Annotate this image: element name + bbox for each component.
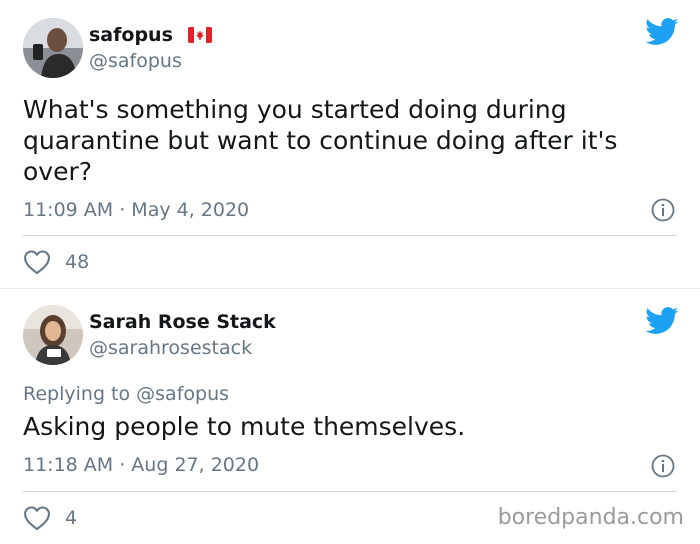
display-name[interactable]: safopus: [89, 24, 212, 46]
like-action[interactable]: 4: [23, 504, 77, 532]
replying-to[interactable]: Replying to @safopus: [23, 383, 229, 405]
like-count: 4: [65, 507, 78, 529]
user-handle[interactable]: @safopus: [89, 50, 182, 72]
display-name-text: safopus: [89, 24, 173, 46]
heart-icon[interactable]: [23, 249, 51, 275]
display-name[interactable]: Sarah Rose Stack: [89, 311, 276, 333]
info-icon[interactable]: [651, 198, 675, 222]
page: safopus @safopus What's something you st…: [0, 0, 700, 544]
tweet-divider: [23, 491, 677, 492]
tweet-timestamp[interactable]: 11:18 AM · Aug 27, 2020: [23, 454, 259, 476]
user-handle[interactable]: @sarahrosestack: [89, 337, 252, 359]
tweet-timestamp[interactable]: 11:09 AM · May 4, 2020: [23, 199, 249, 221]
tweet-divider: [23, 235, 677, 236]
user-avatar[interactable]: [23, 305, 83, 365]
heart-icon[interactable]: [23, 505, 51, 531]
avatar-photo-icon: [23, 18, 83, 78]
user-avatar[interactable]: [23, 18, 83, 78]
avatar-photo-icon: [23, 305, 83, 365]
info-icon[interactable]: [651, 454, 675, 478]
canada-flag-icon: [187, 27, 212, 43]
twitter-bird-icon[interactable]: [645, 307, 679, 335]
like-action[interactable]: 48: [23, 248, 89, 276]
watermark-text: boredpanda.com: [497, 505, 684, 530]
twitter-bird-icon[interactable]: [645, 18, 679, 46]
like-count: 48: [65, 251, 90, 273]
tweet-card: safopus @safopus What's something you st…: [0, 0, 700, 288]
tweet-text: What's something you started doing durin…: [23, 95, 618, 186]
tweet-text: Asking people to mute themselves.: [23, 412, 466, 441]
